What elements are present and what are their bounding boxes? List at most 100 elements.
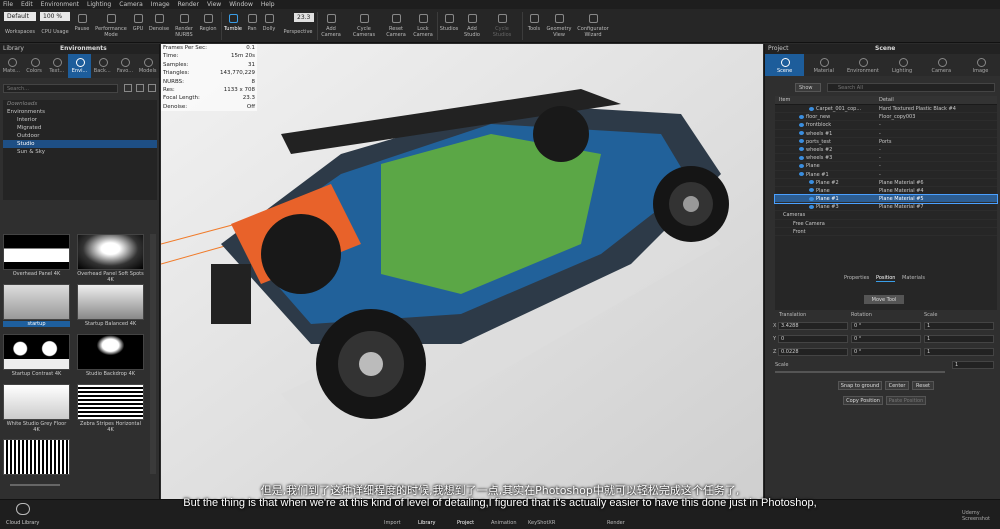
tree-item-interior[interactable]: Interior (3, 116, 157, 124)
nav-render[interactable]: Render (607, 520, 625, 526)
scale-slider[interactable] (775, 371, 945, 373)
performance-mode-button[interactable]: Performance Mode (93, 11, 129, 38)
paste-position-button[interactable]: Paste Position (886, 396, 926, 405)
cpu-usage-field[interactable]: 100 % (40, 12, 70, 21)
refresh-icon[interactable] (124, 84, 132, 92)
tools-button[interactable]: Tools (524, 11, 544, 32)
rotation-y-field[interactable]: 0 ° (851, 335, 921, 343)
configurator-wizard-button[interactable]: Configurator Wizard (575, 11, 611, 38)
thumb-overhead-panel[interactable]: Overhead Panel 4K (3, 234, 70, 280)
scale-x-field[interactable]: 1 (924, 322, 994, 330)
region-button[interactable]: Region (197, 11, 219, 32)
scene-row[interactable]: Plane #2 Plane Material #6 (775, 179, 997, 187)
thumb-vertical-stripes[interactable] (3, 439, 70, 485)
denoise-button[interactable]: Denoise (147, 11, 171, 32)
scene-row[interactable]: Plane - (775, 162, 997, 171)
nav-library[interactable]: Library (418, 520, 435, 526)
menu-camera[interactable]: Camera (119, 0, 143, 9)
center-button[interactable]: Center (885, 381, 909, 390)
thumb-zebra-stripes[interactable]: Zebra Stripes Horizontal 4K (77, 384, 144, 433)
cycle-cameras-button[interactable]: Cycle Cameras (350, 11, 378, 38)
move-tool-button[interactable]: Move Tool (864, 295, 904, 304)
translation-x-field[interactable]: 3.4288 (778, 322, 848, 330)
tab-lighting[interactable]: Lighting (883, 54, 922, 76)
tab-materials[interactable]: Mate... (0, 54, 23, 78)
snap-to-ground-button[interactable]: Snap to ground (838, 381, 882, 390)
scene-row[interactable]: floor_new Floor_copy003 (775, 113, 997, 122)
rotation-x-field[interactable]: 0 ° (851, 322, 921, 330)
tab-environment[interactable]: Environment (843, 54, 882, 76)
scene-row[interactable]: wheels #1- (775, 130, 997, 138)
tab-favorites[interactable]: Favo... (114, 54, 137, 78)
tab-textures[interactable]: Text... (45, 54, 68, 78)
show-dropdown[interactable]: Show (795, 83, 821, 92)
scene-row[interactable]: Free Camera (775, 220, 997, 228)
scale-z-field[interactable]: 1 (924, 348, 994, 356)
translation-y-field[interactable]: 0 (778, 335, 848, 343)
nav-project[interactable]: Project (457, 520, 474, 526)
add-camera-button[interactable]: Add Camera (318, 11, 344, 38)
rotation-z-field[interactable]: 0 ° (851, 348, 921, 356)
scene-search-input[interactable]: Search All (827, 83, 995, 92)
render-nurbs-button[interactable]: Render NURBS (172, 11, 196, 38)
copy-position-button[interactable]: Copy Position (843, 396, 883, 405)
uniform-scale-field[interactable]: 1 (952, 361, 994, 369)
library-scrollbar[interactable] (150, 234, 156, 474)
studios-button[interactable]: Studios (438, 11, 460, 32)
menu-help[interactable]: Help (261, 0, 275, 9)
nav-animation[interactable]: Animation (491, 520, 517, 526)
nav-import[interactable]: Import (384, 520, 401, 526)
geometry-view-button[interactable]: Geometry View (546, 11, 572, 38)
thumb-startup[interactable]: startup (3, 284, 70, 330)
thumb-overhead-panel-soft[interactable]: Overhead Panel Soft Spots 4K (77, 234, 144, 283)
menu-file[interactable]: File (3, 0, 13, 9)
tab-colors[interactable]: Colors (23, 54, 46, 78)
thumb-studio-backdrop[interactable]: Studio Backdrop 4K (77, 334, 144, 380)
tab-image[interactable]: Image (961, 54, 1000, 76)
tree-item-downloads[interactable]: Downloads (3, 100, 157, 108)
menu-window[interactable]: Window (229, 0, 253, 9)
scene-row[interactable]: Plane #3 Plane Material #7 (775, 203, 997, 212)
translation-z-field[interactable]: 0.0228 (778, 348, 848, 356)
scale-y-field[interactable]: 1 (924, 335, 994, 343)
pan-button[interactable]: Pan (245, 11, 259, 32)
nav-keyshotxr[interactable]: KeyShotXR (528, 520, 555, 526)
menu-view[interactable]: View (207, 0, 221, 9)
scene-row[interactable]: wheels #2- (775, 146, 997, 155)
tab-properties[interactable]: Properties (844, 275, 869, 281)
gpu-button[interactable]: GPU (130, 11, 146, 32)
tab-position[interactable]: Position (876, 275, 896, 282)
perspective-dropdown[interactable]: Perspective (280, 29, 316, 35)
folder-icon[interactable] (136, 84, 144, 92)
add-studio-button[interactable]: Add Studio (461, 11, 483, 38)
thumb-white-studio[interactable]: White Studio Grey Floor 4K (3, 384, 70, 433)
tree-item-studio[interactable]: Studio (3, 140, 157, 148)
upload-icon[interactable] (148, 84, 156, 92)
tab-backplates[interactable]: Back... (91, 54, 114, 78)
dolly-button[interactable]: Dolly (260, 11, 278, 32)
scene-row[interactable]: wheels #3- (775, 154, 997, 163)
cycle-studios-button[interactable]: Cycle Studios (489, 11, 515, 38)
cloud-library-label[interactable]: Cloud Library (6, 520, 39, 526)
menu-edit[interactable]: Edit (21, 0, 33, 9)
tab-camera[interactable]: Camera (922, 54, 961, 76)
menu-image[interactable]: Image (151, 0, 170, 9)
scene-row[interactable]: Cameras (775, 211, 997, 220)
reset-button[interactable]: Reset (912, 381, 934, 390)
menu-environment[interactable]: Environment (41, 0, 79, 9)
scene-row[interactable]: ports_test Ports (775, 138, 997, 146)
tab-environments[interactable]: Envi... (68, 54, 91, 78)
scene-row[interactable]: Plane #1- (775, 171, 997, 179)
tree-item-outdoor[interactable]: Outdoor (3, 132, 157, 140)
pause-button[interactable]: Pause (72, 11, 92, 32)
tab-models[interactable]: Models (136, 54, 159, 78)
focal-length-field[interactable]: 23.3 (294, 13, 314, 22)
tumble-button[interactable]: Tumble (222, 11, 244, 32)
workspace-dropdown[interactable]: Default (4, 12, 36, 21)
reset-camera-button[interactable]: Reset Camera (383, 11, 409, 38)
scene-row[interactable]: Plane Plane Material #4 (775, 187, 997, 196)
menu-render[interactable]: Render (178, 0, 199, 9)
tree-item-migrated[interactable]: Migrated (3, 124, 157, 132)
thumb-startup-balanced[interactable]: Startup Balanced 4K (77, 284, 144, 330)
tree-item-environments[interactable]: Environments (3, 108, 157, 116)
